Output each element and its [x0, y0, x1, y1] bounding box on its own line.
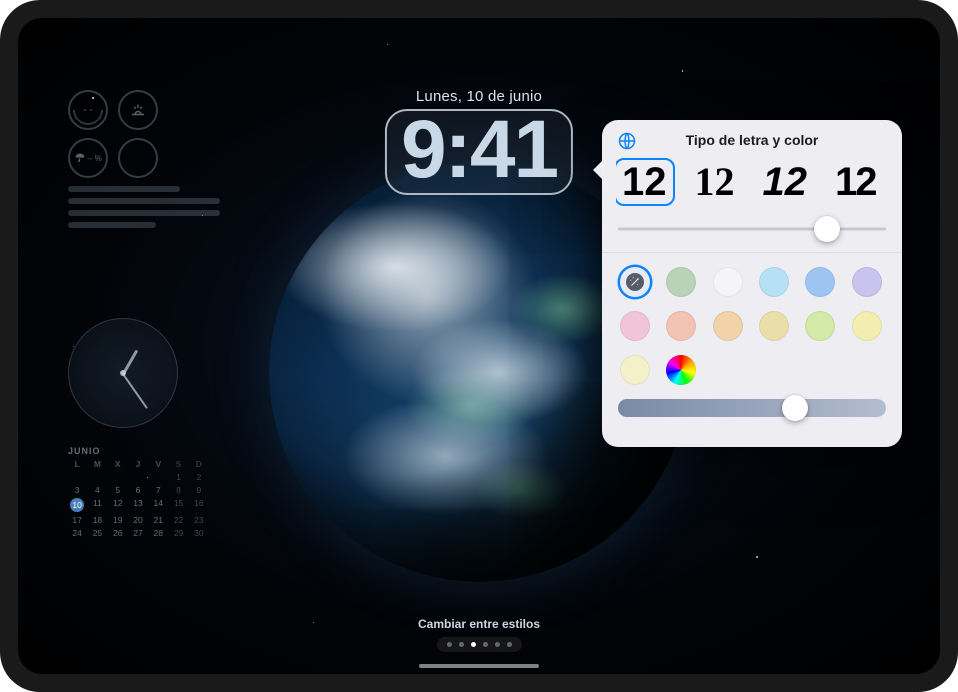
calendar-day: 1: [169, 472, 187, 482]
sunrise-icon: [129, 101, 147, 119]
calendar-dow: S: [169, 459, 187, 469]
clock-chip[interactable]: 9:41: [385, 109, 573, 195]
calendar-day: 30: [190, 528, 208, 538]
popover-title: Tipo de letra y color: [686, 132, 819, 148]
style-dot[interactable]: [506, 642, 511, 647]
calendar-widget[interactable]: JUNIO LMXJVSD123456789101112131415161718…: [68, 446, 208, 538]
calendar-day: 19: [109, 515, 127, 525]
widget-empty[interactable]: [118, 138, 158, 178]
color-lavender[interactable]: [852, 267, 882, 297]
calendar-day: 27: [129, 528, 147, 538]
color-swatches: [616, 265, 888, 391]
calendar-day: 24: [68, 528, 86, 538]
ipad-frame: Lunes, 10 de junio 9:41 - - -- %: [0, 0, 958, 692]
calendar-day: 29: [169, 528, 187, 538]
left-widgets: - - -- % JUNIO LMXJVSD123456789: [68, 90, 228, 538]
calendar-day: 10: [68, 498, 86, 512]
font-sample-3[interactable]: 12: [829, 160, 882, 204]
globe-icon: [617, 131, 637, 151]
font-row: 12 12 12 12: [616, 158, 888, 212]
tint-slider[interactable]: [618, 395, 886, 421]
calendar-day: 8: [169, 485, 187, 495]
color-sand[interactable]: [759, 311, 789, 341]
widget-sunrise[interactable]: [118, 90, 158, 130]
color-sage[interactable]: [666, 267, 696, 297]
calendar-day: [68, 472, 86, 482]
widget-placeholder-lines: [68, 186, 228, 228]
calendar-day: 4: [88, 485, 106, 495]
calendar-day: 21: [149, 515, 167, 525]
calendar-dow: M: [88, 459, 106, 469]
calendar-day: 13: [129, 498, 147, 512]
calendar-day: 5: [109, 485, 127, 495]
color-dynamic-wand[interactable]: [620, 267, 650, 297]
clock-area: Lunes, 10 de junio 9:41: [385, 88, 573, 195]
calendar-day: 22: [169, 515, 187, 525]
color-butter[interactable]: [852, 311, 882, 341]
font-sample-0[interactable]: 12: [616, 160, 673, 204]
style-dot[interactable]: [446, 642, 451, 647]
calendar-day: 23: [190, 515, 208, 525]
calendar-day: [109, 472, 127, 482]
big-time: 9:41: [401, 115, 557, 185]
calendar-day: 6: [129, 485, 147, 495]
globe-button[interactable]: [616, 130, 638, 152]
calendar-day: 18: [88, 515, 106, 525]
font-sample-2[interactable]: 12: [757, 160, 814, 204]
calendar-day: [129, 472, 147, 482]
color-cream[interactable]: [620, 355, 650, 385]
calendar-day: 12: [109, 498, 127, 512]
widget-gauge[interactable]: - -: [68, 90, 108, 130]
date-label: Lunes, 10 de junio: [385, 88, 573, 105]
calendar-day: 11: [88, 498, 106, 512]
style-dot[interactable]: [458, 642, 463, 647]
color-mint[interactable]: [805, 311, 835, 341]
color-pink[interactable]: [620, 311, 650, 341]
style-switch[interactable]: Cambiar entre estilos: [418, 617, 540, 652]
calendar-day: 3: [68, 485, 86, 495]
calendar-dow: X: [109, 459, 127, 469]
calendar-day: 2: [190, 472, 208, 482]
calendar-dow: L: [68, 459, 86, 469]
home-indicator[interactable]: [419, 664, 539, 668]
color-peach[interactable]: [713, 311, 743, 341]
color-rainbow[interactable]: [666, 355, 696, 385]
calendar-day: 16: [190, 498, 208, 512]
font-sample-1[interactable]: 12: [689, 160, 741, 204]
calendar-day: 25: [88, 528, 106, 538]
calendar-day: [149, 472, 167, 482]
calendar-day: [88, 472, 106, 482]
calendar-day: 9: [190, 485, 208, 495]
style-dot[interactable]: [482, 642, 487, 647]
calendar-day: 20: [129, 515, 147, 525]
calendar-day: 7: [149, 485, 167, 495]
font-color-popover: Tipo de letra y color 12 12 12 12: [602, 120, 902, 447]
style-switch-label: Cambiar entre estilos: [418, 617, 540, 631]
umbrella-icon: [74, 152, 86, 164]
weight-slider[interactable]: [618, 216, 886, 242]
calendar-dow: D: [190, 459, 208, 469]
analog-clock-widget[interactable]: [68, 318, 178, 428]
style-dot[interactable]: [494, 642, 499, 647]
calendar-day: 17: [68, 515, 86, 525]
color-sky[interactable]: [759, 267, 789, 297]
calendar-day: 26: [109, 528, 127, 538]
color-white[interactable]: [713, 267, 743, 297]
calendar-dow: V: [149, 459, 167, 469]
calendar-day: 28: [149, 528, 167, 538]
calendar-day: 14: [149, 498, 167, 512]
wand-icon: [629, 276, 641, 288]
calendar-day: 15: [169, 498, 187, 512]
calendar-dow: J: [129, 459, 147, 469]
widget-precip[interactable]: -- %: [68, 138, 108, 178]
color-coral[interactable]: [666, 311, 696, 341]
calendar-month: JUNIO: [68, 446, 208, 456]
style-dot[interactable]: [470, 642, 475, 647]
color-blue[interactable]: [805, 267, 835, 297]
lock-screen: Lunes, 10 de junio 9:41 - - -- %: [18, 18, 940, 674]
style-dots: [436, 637, 521, 652]
